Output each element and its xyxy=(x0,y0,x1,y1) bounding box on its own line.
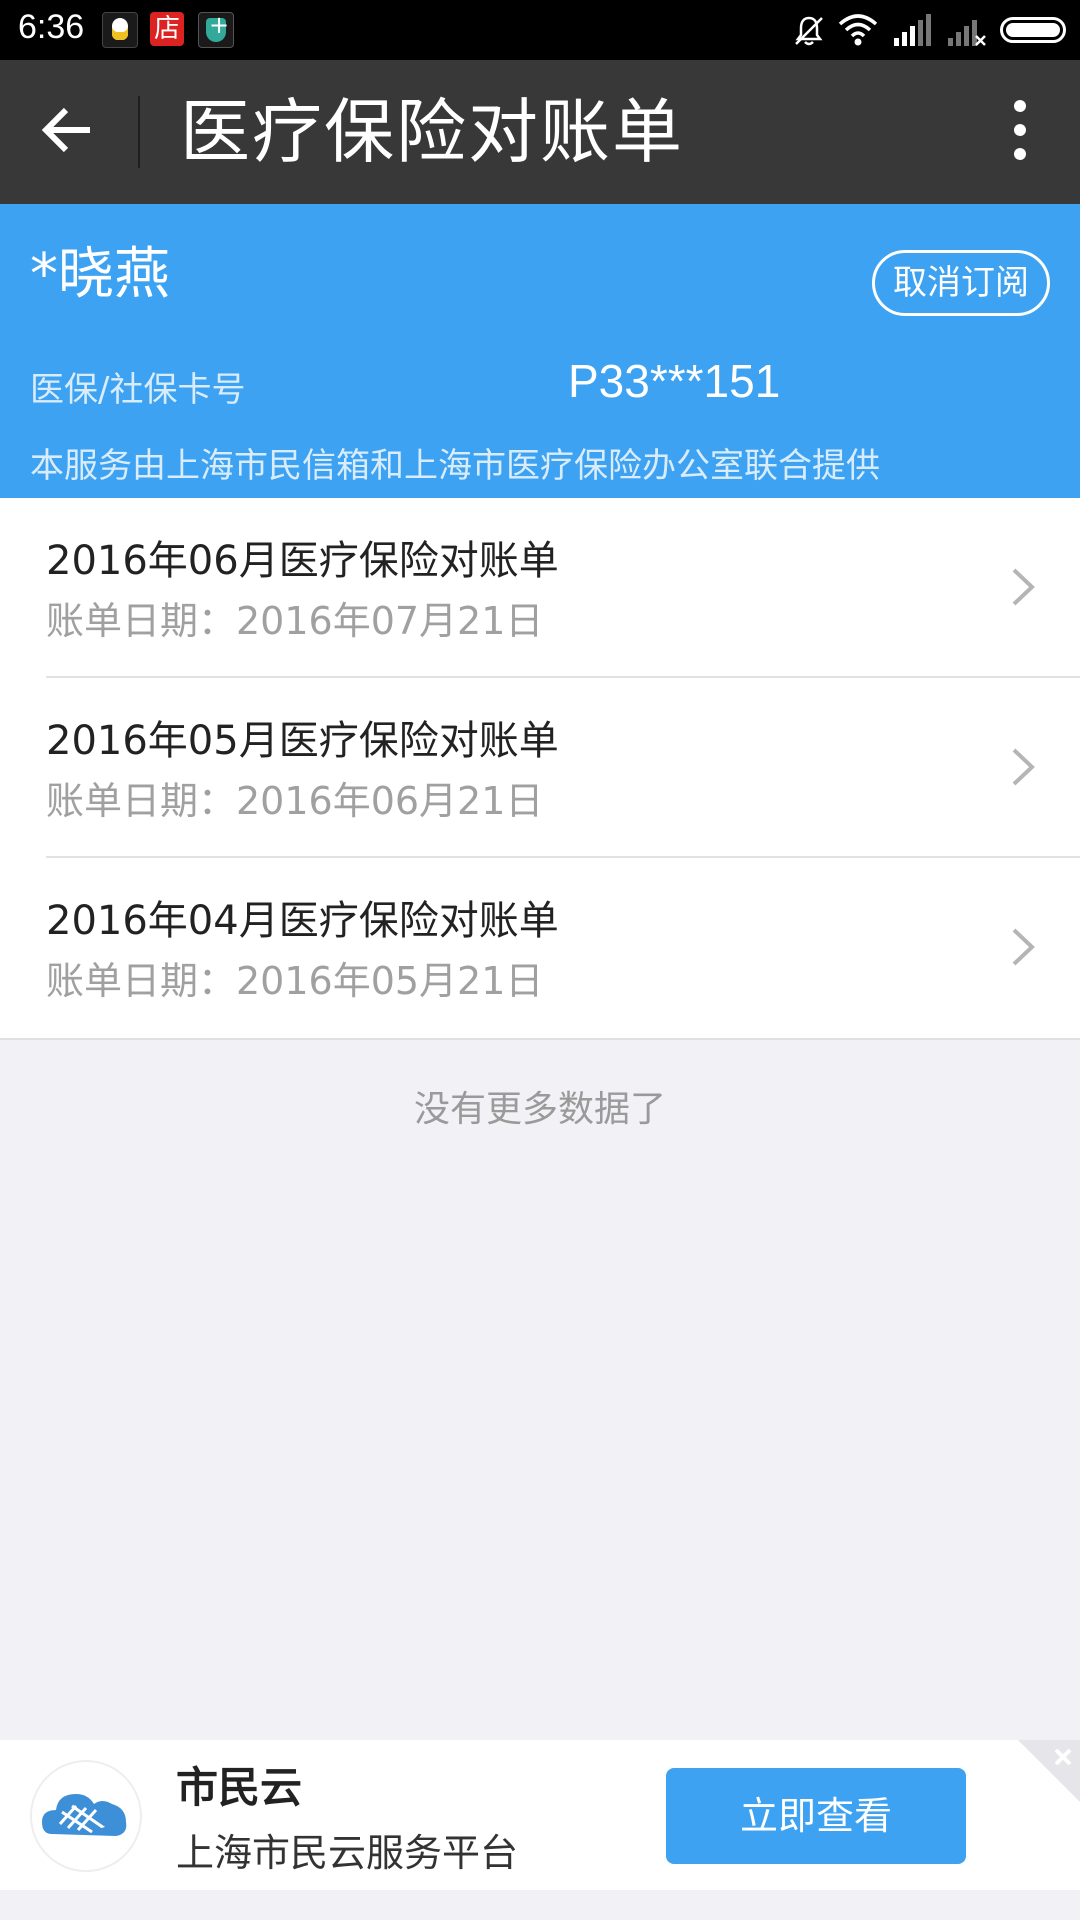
account-name: *晓燕 xyxy=(30,242,170,307)
bottom-spacer xyxy=(0,1890,1080,1920)
title-bar: 医疗保险对账单 xyxy=(0,60,1080,204)
chevron-right-icon xyxy=(1008,742,1038,792)
title-divider xyxy=(138,96,140,168)
signal-icon xyxy=(892,14,932,46)
security-notification-icon xyxy=(198,11,234,48)
more-vertical-icon[interactable] xyxy=(1000,100,1040,164)
status-bar: 6:36 店 xyxy=(0,0,1080,60)
back-arrow-icon[interactable] xyxy=(38,100,98,160)
statement-item[interactable]: 2016年06月医疗保险对账单 账单日期：2016年07月21日 xyxy=(0,498,1080,678)
mute-icon xyxy=(792,14,824,46)
signal-no-sim-icon xyxy=(946,14,986,46)
page-title: 医疗保险对账单 xyxy=(180,91,684,173)
statement-list: 2016年06月医疗保险对账单 账单日期：2016年07月21日 2016年05… xyxy=(0,498,1080,1040)
close-icon[interactable] xyxy=(1018,1740,1080,1802)
qq-notification-icon xyxy=(102,12,138,48)
view-now-button[interactable]: 立即查看 xyxy=(666,1768,966,1864)
statement-title: 2016年06月医疗保险对账单 xyxy=(46,538,559,584)
chevron-right-icon xyxy=(1008,922,1038,972)
card-number-label: 医保/社保卡号 xyxy=(30,370,246,410)
provider-note: 本服务由上海市民信箱和上海市医疗保险办公室联合提供 xyxy=(30,446,880,486)
no-more-data-text: 没有更多数据了 xyxy=(413,1089,666,1130)
store-notification-icon: 店 xyxy=(150,12,184,46)
statement-date: 账单日期：2016年05月21日 xyxy=(46,959,544,1003)
battery-icon xyxy=(1000,17,1066,43)
list-bottom-border xyxy=(0,1038,1080,1040)
statement-title: 2016年04月医疗保险对账单 xyxy=(46,898,559,944)
statement-item[interactable]: 2016年05月医疗保险对账单 账单日期：2016年06月21日 xyxy=(0,678,1080,858)
statement-date: 账单日期：2016年07月21日 xyxy=(46,599,544,643)
statement-title: 2016年05月医疗保险对账单 xyxy=(46,718,559,764)
statement-item[interactable]: 2016年04月医疗保险对账单 账单日期：2016年05月21日 xyxy=(0,858,1080,1038)
status-time: 6:36 xyxy=(18,8,85,46)
promo-banner: 市民云 上海市民云服务平台 立即查看 xyxy=(0,1740,1080,1890)
account-header: *晓燕 取消订阅 医保/社保卡号 P33***151 本服务由上海市民信箱和上海… xyxy=(0,204,1080,498)
wifi-icon xyxy=(838,14,878,46)
card-number-value: P33***151 xyxy=(568,355,781,407)
banner-title: 市民云 xyxy=(176,1763,303,1812)
unsubscribe-button[interactable]: 取消订阅 xyxy=(872,250,1050,316)
statement-date: 账单日期：2016年06月21日 xyxy=(46,779,544,823)
banner-subtitle: 上海市民云服务平台 xyxy=(176,1831,519,1875)
chevron-right-icon xyxy=(1008,562,1038,612)
app-logo-icon xyxy=(30,1760,142,1872)
status-icons xyxy=(792,10,1066,50)
